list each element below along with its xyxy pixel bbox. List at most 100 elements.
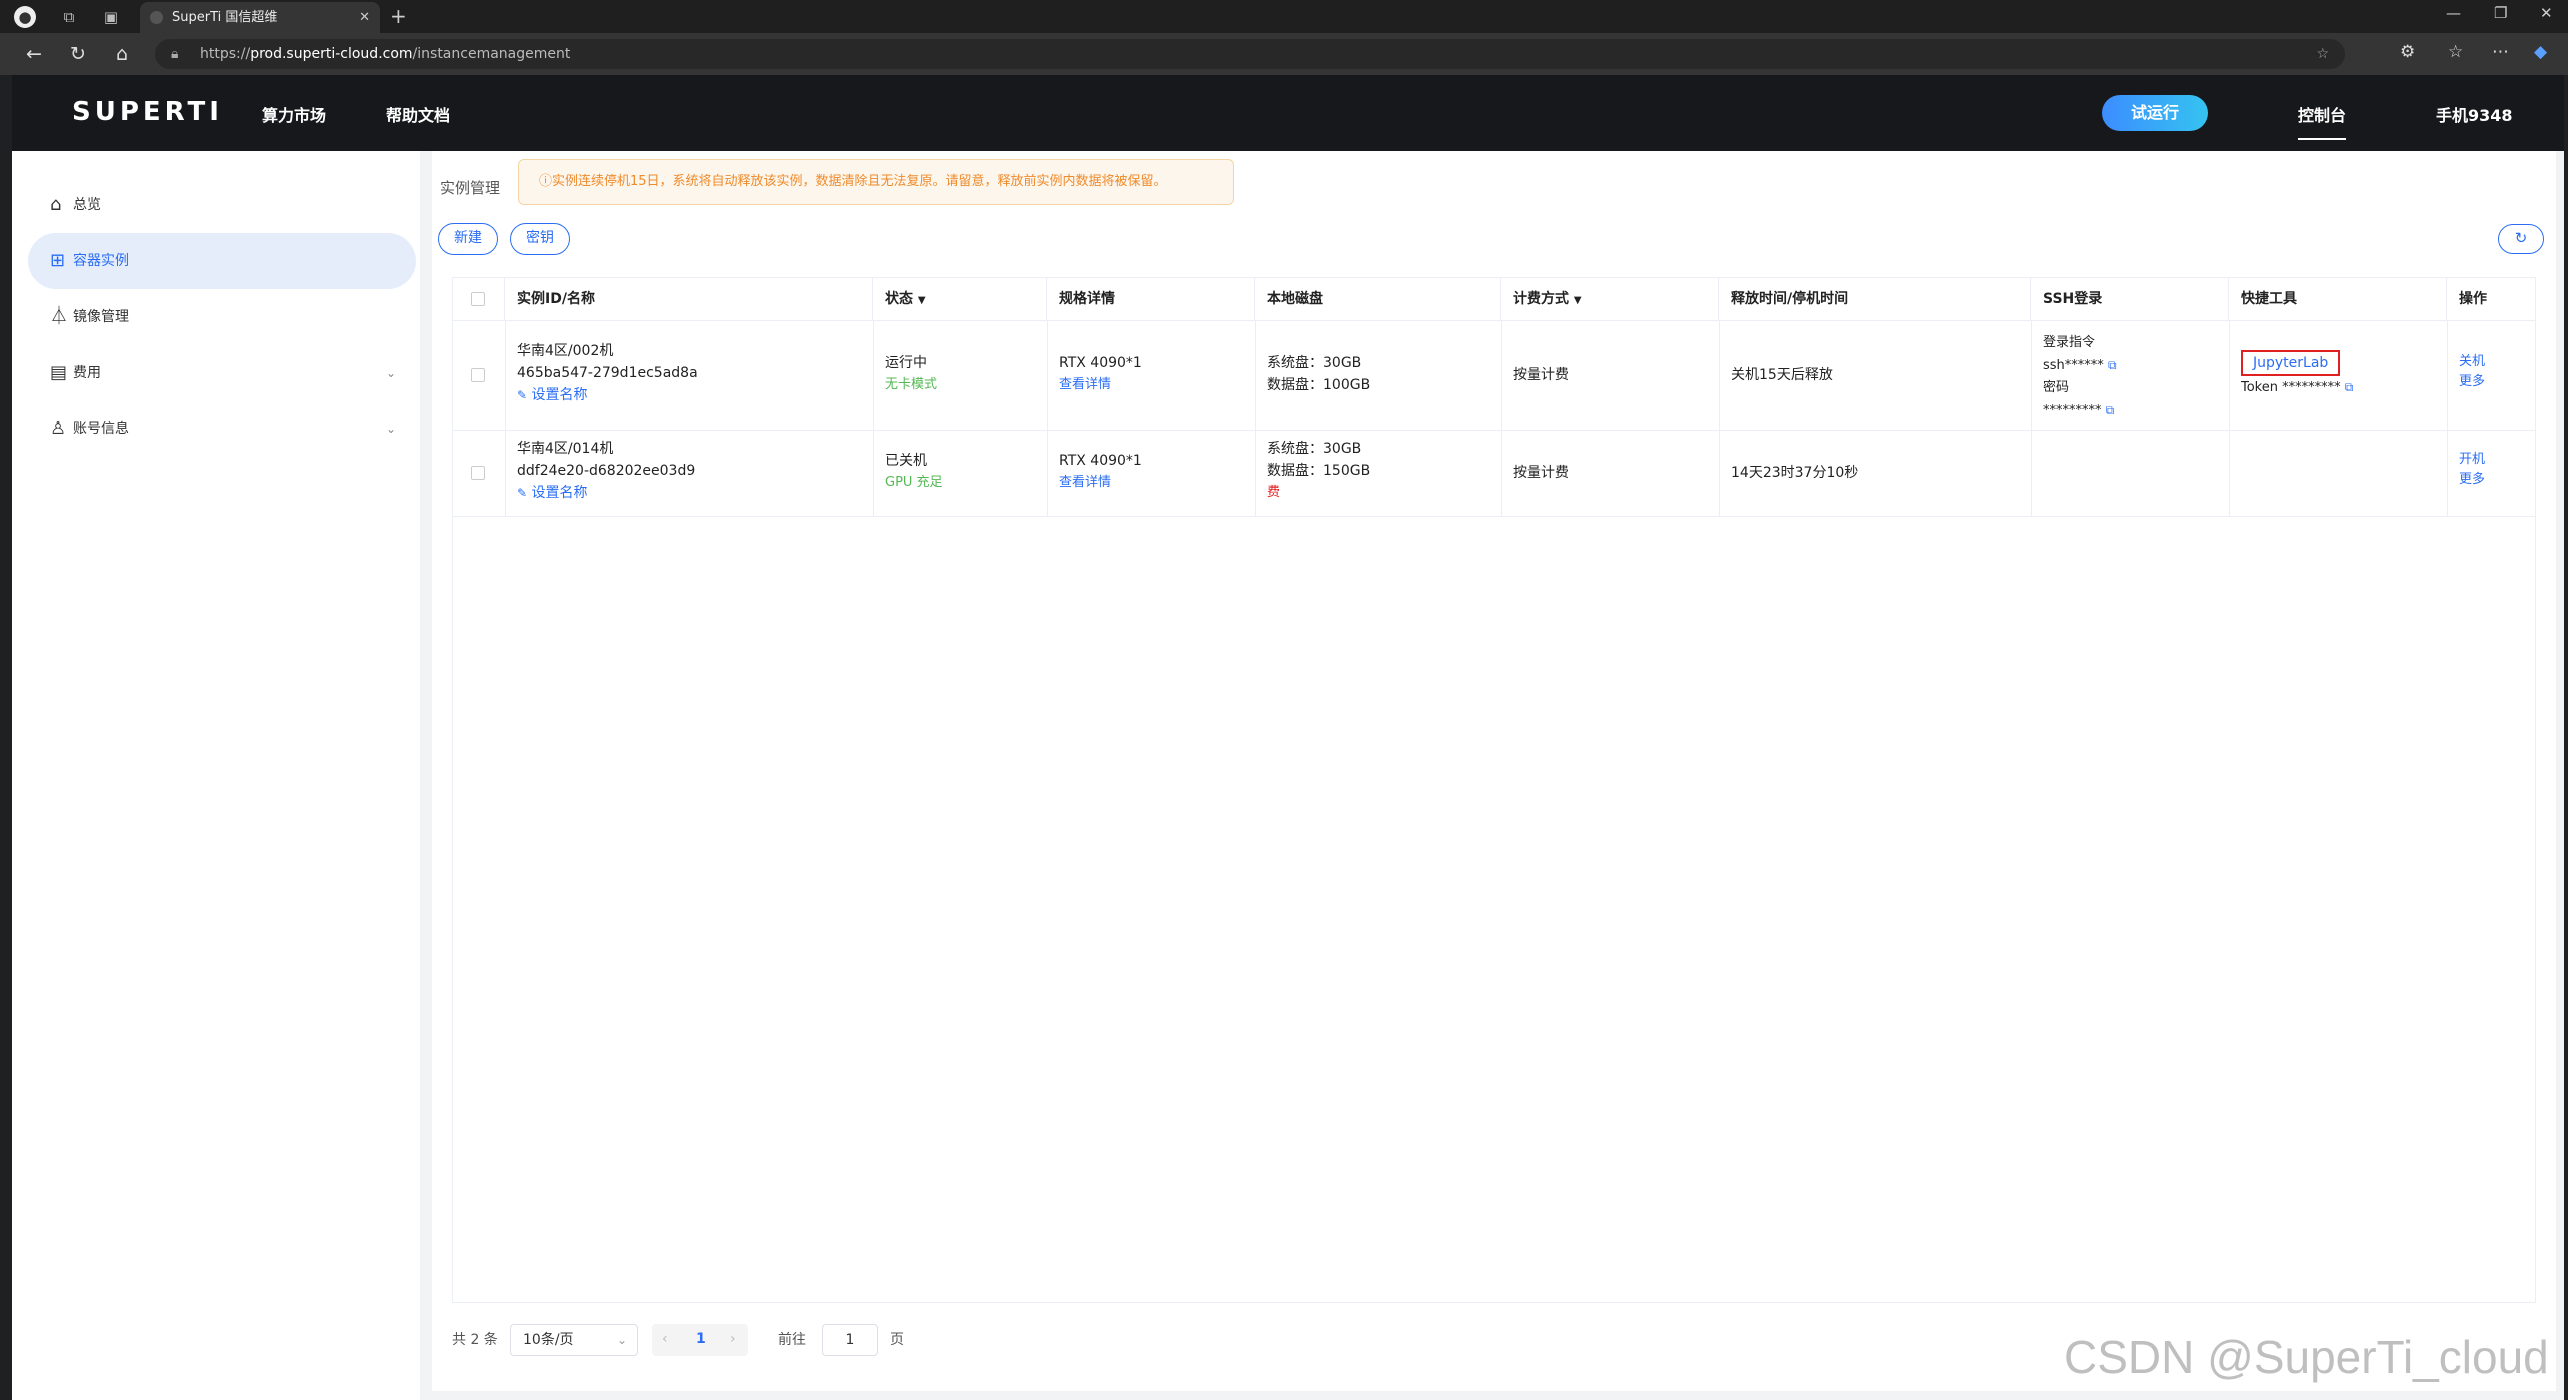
- chevron-down-icon: ⌄: [616, 1333, 627, 1347]
- col-ssh: SSH登录: [2031, 278, 2229, 320]
- ssh-cmd-label: 登录指令: [2043, 335, 2096, 350]
- row-checkbox[interactable]: [471, 466, 485, 480]
- disk-cell: 系统盘：30GB 数据盘：100GB: [1267, 352, 1370, 396]
- minimize-icon[interactable]: —: [2446, 4, 2461, 22]
- disk-system: 系统盘：30GB: [1267, 355, 1362, 371]
- try-run-button[interactable]: 试运行: [2102, 95, 2208, 131]
- tab-title: SuperTi 国信超维: [172, 10, 278, 25]
- more-link[interactable]: 更多: [2459, 470, 2485, 490]
- more-menu-icon[interactable]: ⋯: [2492, 42, 2509, 62]
- grid-icon: ⊞: [50, 250, 66, 271]
- extensions-icon[interactable]: ⚙: [2400, 42, 2415, 62]
- tab-actions-icon[interactable]: ▣: [100, 6, 122, 28]
- billing-cell: 按量计费: [1513, 367, 1569, 383]
- user-account[interactable]: 手机9348: [2436, 102, 2513, 126]
- release-cell: 14天23时37分10秒: [1731, 465, 1859, 481]
- copy-icon[interactable]: ⧉: [2106, 403, 2115, 417]
- edit-icon: ✎: [517, 388, 528, 402]
- address-bar[interactable]: 🔒︎ https://prod.superti-cloud.com/instan…: [155, 39, 2345, 69]
- sidebar-item-account[interactable]: ♙ 账号信息 ⌄: [28, 401, 416, 457]
- logo[interactable]: SUPERTI: [72, 97, 223, 127]
- row-checkbox[interactable]: [471, 368, 485, 382]
- divider: [453, 430, 2535, 431]
- shutdown-link[interactable]: 关机: [2459, 352, 2485, 372]
- console-link[interactable]: 控制台: [2298, 102, 2347, 140]
- actions-cell: 关机 更多: [2459, 352, 2485, 392]
- nav-compute-market[interactable]: 算力市场: [262, 102, 326, 126]
- divider: [1047, 320, 1048, 516]
- url-host: prod.superti-cloud.com: [250, 46, 413, 62]
- favorite-star-icon[interactable]: ☆: [2316, 39, 2329, 69]
- back-icon[interactable]: ←: [22, 42, 46, 66]
- set-name-link[interactable]: ✎ 设置名称: [517, 384, 698, 406]
- page-nav: ‹ 1 ›: [652, 1324, 748, 1356]
- prev-page-icon[interactable]: ‹: [662, 1324, 668, 1354]
- page-size-select[interactable]: 10条/页 ⌄: [510, 1324, 638, 1356]
- sidebar-item-label: 总览: [73, 197, 101, 213]
- col-status-label: 状态: [885, 291, 913, 307]
- instance-name: 华南4区/002机: [517, 343, 614, 359]
- start-link[interactable]: 开机: [2459, 450, 2485, 470]
- jupyterlab-link[interactable]: JupyterLab: [2241, 350, 2341, 376]
- favorites-icon[interactable]: ☆: [2448, 42, 2463, 62]
- sidebar-item-overview[interactable]: ⌂ 总览: [28, 177, 416, 233]
- fee-badge: 费: [1267, 485, 1281, 500]
- col-tools: 快捷工具: [2229, 278, 2447, 320]
- col-disk: 本地磁盘: [1255, 278, 1501, 320]
- disk-data: 数据盘：150GB: [1267, 463, 1371, 479]
- close-window-icon[interactable]: ✕: [2540, 4, 2553, 22]
- divider: [1255, 320, 1256, 516]
- close-tab-icon[interactable]: ✕: [359, 2, 370, 33]
- release-cell: 关机15天后释放: [1731, 367, 1833, 383]
- status-text: 已关机: [885, 453, 927, 469]
- new-instance-button[interactable]: 新建: [438, 223, 498, 255]
- copy-icon[interactable]: ⧉: [2108, 358, 2117, 372]
- lock-icon: 🔒︎: [171, 46, 179, 62]
- workspaces-icon[interactable]: ⧉: [58, 6, 80, 28]
- disk-data: 数据盘：100GB: [1267, 377, 1371, 393]
- chevron-down-icon: ⌄: [385, 366, 396, 380]
- sidebar: ⌂ 总览 ⊞ 容器实例 ⏃ 镜像管理 ▤ 费用 ⌄ ♙ 账号信息 ⌄: [12, 151, 420, 1400]
- watermark: CSDN @SuperTi_cloud: [2064, 1331, 2549, 1383]
- sort-caret-icon: ▼: [917, 295, 926, 306]
- page-size-value: 10条/页: [523, 1332, 574, 1348]
- billing-cell: 按量计费: [1513, 465, 1569, 481]
- copilot-icon[interactable]: ◆: [2534, 42, 2547, 62]
- sidebar-item-label: 费用: [73, 365, 101, 381]
- sidebar-item-billing[interactable]: ▤ 费用 ⌄: [28, 345, 416, 401]
- status-cell: 运行中 无卡模式: [885, 352, 937, 396]
- favicon-icon: [150, 11, 163, 24]
- col-billing[interactable]: 计费方式 ▼: [1501, 278, 1719, 320]
- spec-cell: RTX 4090*1 查看详情: [1059, 352, 1142, 396]
- instance-name-cell: 华南4区/014机 ddf24e20-d68202ee03d9 ✎ 设置名称: [517, 438, 695, 504]
- restore-icon[interactable]: ❐: [2494, 4, 2507, 22]
- col-status[interactable]: 状态 ▼: [873, 278, 1047, 320]
- spec-detail-link[interactable]: 查看详情: [1059, 472, 1142, 494]
- profile-icon[interactable]: ●: [14, 6, 36, 28]
- key-button[interactable]: 密钥: [510, 223, 570, 255]
- site-header: SUPERTI 算力市场 帮助文档 试运行 控制台 手机9348: [12, 75, 2564, 151]
- divider: [873, 320, 874, 516]
- new-tab-icon[interactable]: +: [390, 4, 407, 28]
- copy-icon[interactable]: ⧉: [2345, 380, 2354, 394]
- next-page-icon[interactable]: ›: [730, 1324, 736, 1354]
- page-suffix: 页: [890, 1332, 904, 1348]
- spec-detail-link[interactable]: 查看详情: [1059, 374, 1142, 396]
- more-link[interactable]: 更多: [2459, 372, 2485, 392]
- col-spec: 规格详情: [1047, 278, 1255, 320]
- select-all-checkbox[interactable]: [471, 292, 485, 306]
- sidebar-item-containers[interactable]: ⊞ 容器实例: [28, 233, 416, 289]
- page-title: 实例管理: [440, 179, 501, 197]
- page-number-current[interactable]: 1: [696, 1324, 706, 1354]
- refresh-button[interactable]: ↻: [2498, 224, 2544, 254]
- goto-input[interactable]: 1: [822, 1324, 878, 1356]
- home-icon[interactable]: ⌂: [110, 42, 134, 66]
- nav-help-docs[interactable]: 帮助文档: [386, 102, 450, 126]
- gpu-badge: GPU 充足: [885, 475, 943, 490]
- browser-chrome: ● ⧉ ▣ SuperTi 国信超维 ✕ + — ❐ ✕ ← ↻ ⌂ 🔒︎ ht…: [0, 0, 2568, 75]
- reload-icon[interactable]: ↻: [66, 42, 90, 66]
- browser-tab[interactable]: SuperTi 国信超维 ✕: [140, 2, 380, 33]
- tab-bar: ● ⧉ ▣ SuperTi 国信超维 ✕ + — ❐ ✕: [0, 0, 2568, 33]
- set-name-link[interactable]: ✎ 设置名称: [517, 482, 695, 504]
- sidebar-item-images[interactable]: ⏃ 镜像管理: [28, 289, 416, 345]
